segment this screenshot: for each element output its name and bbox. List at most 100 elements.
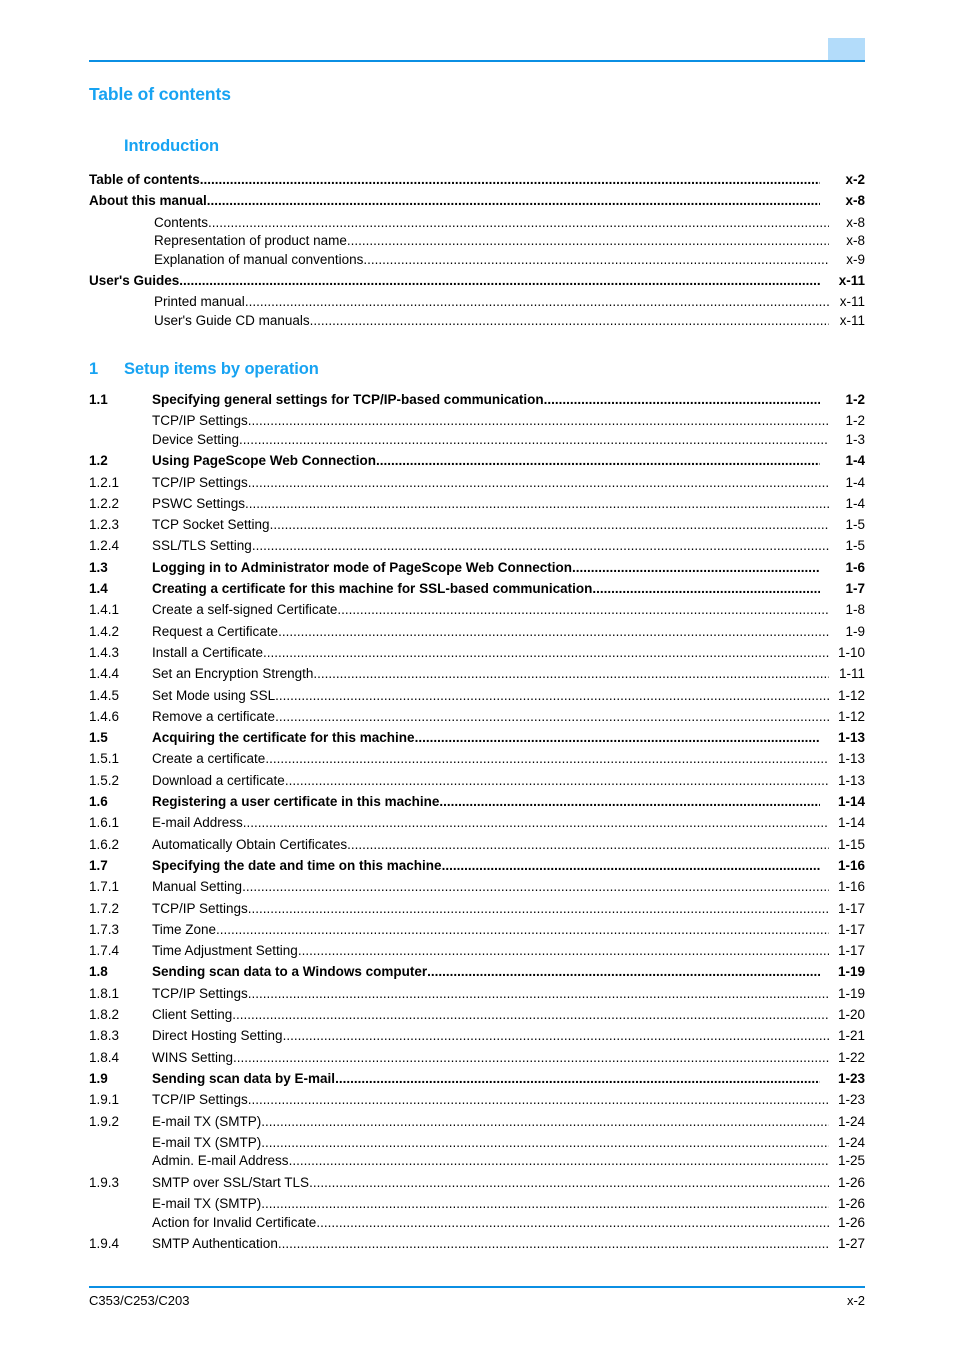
- chapter-number: 1: [89, 360, 99, 378]
- toc-entry-page: x-11: [839, 294, 865, 310]
- toc-leader-dots: [363, 252, 829, 267]
- toc-entry[interactable]: 1.7.3 Time Zone 1-17: [89, 922, 865, 943]
- toc-leader-dots: [592, 581, 820, 596]
- toc-entry[interactable]: 1.4 Creating a certificate for this machi…: [89, 581, 865, 602]
- toc-entry[interactable]: 1.7.1 Manual Setting 1-16: [89, 879, 865, 900]
- toc-entry-label: Acquiring the certificate for this machi…: [152, 730, 415, 746]
- toc-entry[interactable]: Representation of product name x-8: [89, 233, 865, 252]
- toc-entry[interactable]: Device Setting 1-3: [89, 432, 865, 451]
- toc-entry-label: Set an Encryption Strength: [152, 666, 314, 682]
- toc-entry-label: Printed manual: [154, 294, 245, 310]
- toc-entry-label: SMTP over SSL/Start TLS: [152, 1174, 310, 1190]
- toc-entry-label: Explanation of manual conventions: [154, 251, 364, 267]
- toc-entry[interactable]: 1.4.4 Set an Encryption Strength 1-11: [89, 666, 865, 687]
- toc-entry[interactable]: E-mail TX (SMTP) 1-24: [89, 1135, 865, 1154]
- toc-entry[interactable]: 1.2.4 SSL/TLS Setting 1-5: [89, 538, 865, 559]
- toc-leader-dots: [415, 730, 820, 745]
- toc-entry[interactable]: 1.9 Sending scan data by E-mail 1-23: [89, 1071, 865, 1092]
- toc-entry-page: 1-12: [837, 687, 865, 703]
- toc-leader-dots: [289, 1153, 829, 1168]
- toc-entry[interactable]: 1.4.1 Create a self-signed Certificate 1-8: [89, 602, 865, 623]
- toc-entry[interactable]: 1.9.4 SMTP Authentication 1-27: [89, 1236, 865, 1257]
- toc-entry[interactable]: 1.5.2 Download a certificate 1-13: [89, 773, 865, 794]
- toc-entry-label: Install a Certificate: [152, 644, 264, 660]
- toc-entry-page: 1-19: [837, 964, 865, 980]
- toc-entry-label: Creating a certificate for this machine …: [152, 581, 593, 597]
- toc-entry[interactable]: 1.6.2 Automatically Obtain Certificates 1-…: [89, 837, 865, 858]
- toc-entry[interactable]: 1.7 Specifying the date and time on this …: [89, 858, 865, 879]
- toc-entry[interactable]: 1.9.3 SMTP over SSL/Start TLS 1-26: [89, 1175, 865, 1196]
- toc-leader-dots: [544, 392, 820, 407]
- toc-entry-label: Admin. E-mail Address: [152, 1153, 289, 1169]
- toc-entry-label: Logging in to Administrator mode of Page…: [152, 559, 573, 575]
- toc-entry[interactable]: 1.2.3 TCP Socket Setting 1-5: [89, 517, 865, 538]
- toc-entry[interactable]: Contents x-8: [89, 215, 865, 234]
- toc-entry-page: 1-4: [845, 474, 865, 490]
- toc-entry-page: 1-13: [837, 730, 865, 746]
- toc-entry[interactable]: 1.8.4 WINS Setting 1-22: [89, 1050, 865, 1071]
- toc-entry[interactable]: 1.5.1 Create a certificate 1-13: [89, 751, 865, 772]
- toc-entry-number: 1.2.1: [89, 474, 120, 490]
- toc-entry[interactable]: 1.7.4 Time Adjustment Setting 1-17: [89, 943, 865, 964]
- toc-entry-number: 1.9.4: [89, 1236, 120, 1252]
- toc-entry-page: 1-24: [837, 1134, 865, 1150]
- toc-entry[interactable]: 1.3 Logging in to Administrator mode of P…: [89, 560, 865, 581]
- toc-entry[interactable]: 1.1 Specifying general settings for TCP/I…: [89, 392, 865, 413]
- toc-entry-page: 1-16: [837, 857, 865, 873]
- toc-entry[interactable]: About this manual x-8: [89, 193, 865, 214]
- toc-entry-page: 1-20: [837, 1007, 865, 1023]
- toc-entry[interactable]: 1.2.2 PSWC Settings 1-4: [89, 496, 865, 517]
- toc-entry[interactable]: User's Guide CD manuals x-11: [89, 313, 865, 332]
- toc-leader-dots: [439, 794, 820, 809]
- toc-entry[interactable]: 1.6.1 E-mail Address 1-14: [89, 815, 865, 836]
- toc-entry-number: 1.6.2: [89, 836, 120, 852]
- toc-entry[interactable]: 1.8 Sending scan data to a Windows comput…: [89, 964, 865, 985]
- toc-entry[interactable]: 1.8.1 TCP/IP Settings 1-19: [89, 986, 865, 1007]
- toc-entry[interactable]: TCP/IP Settings 1-2: [89, 413, 865, 432]
- page-header: [89, 30, 865, 64]
- toc-entry-page: 1-6: [845, 559, 865, 575]
- toc-entry[interactable]: 1.2.1 TCP/IP Settings 1-4: [89, 475, 865, 496]
- toc-leader-dots: [310, 313, 829, 328]
- toc-entry-number: 1.2.3: [89, 517, 120, 533]
- toc-entry[interactable]: 1.9.1 TCP/IP Settings 1-23: [89, 1092, 865, 1113]
- toc-entry-number: 1.1: [89, 392, 108, 407]
- toc-entry[interactable]: Printed manual x-11: [89, 294, 865, 313]
- toc-entry[interactable]: 1.4.2 Request a Certificate 1-9: [89, 624, 865, 645]
- toc-entry[interactable]: 1.6 Registering a user certificate in thi…: [89, 794, 865, 815]
- toc-entry[interactable]: Explanation of manual conventions x-9: [89, 252, 865, 271]
- toc-entry[interactable]: 1.2 Using PageScope Web Connection 1-4: [89, 453, 865, 474]
- toc-leader-dots: [313, 666, 829, 681]
- toc-entry-label: SMTP Authentication: [152, 1236, 278, 1252]
- toc-entry[interactable]: Admin. E-mail Address 1-25: [89, 1153, 865, 1172]
- toc-entry[interactable]: 1.5 Acquiring the certificate for this ma…: [89, 730, 865, 751]
- toc-leader-dots: [243, 815, 829, 830]
- toc-entry-page: 1-12: [837, 708, 865, 724]
- toc-entry-page: 1-17: [837, 900, 865, 916]
- toc-entry[interactable]: Action for Invalid Certificate 1-26: [89, 1215, 865, 1234]
- toc-entry-label: Time Zone: [152, 921, 217, 937]
- toc-entry[interactable]: 1.8.3 Direct Hosting Setting 1-21: [89, 1028, 865, 1049]
- footer-divider: [89, 1286, 865, 1288]
- toc-entry[interactable]: User's Guides x-11: [89, 273, 865, 294]
- page-title: Table of contents: [89, 84, 231, 104]
- toc-entry-label: Remove a certificate: [152, 708, 276, 724]
- toc-entry[interactable]: 1.7.2 TCP/IP Settings 1-17: [89, 901, 865, 922]
- toc-leader-dots: [442, 858, 820, 873]
- toc-entry-page: 1-19: [837, 985, 865, 1001]
- toc-entry[interactable]: 1.4.3 Install a Certificate 1-10: [89, 645, 865, 666]
- toc-entry[interactable]: 1.4.5 Set Mode using SSL 1-12: [89, 688, 865, 709]
- toc-entry[interactable]: 1.9.2 E-mail TX (SMTP) 1-24: [89, 1114, 865, 1135]
- toc-entry[interactable]: E-mail TX (SMTP) 1-26: [89, 1196, 865, 1215]
- toc-entry[interactable]: Table of contents x-2: [89, 172, 865, 193]
- toc-entry-page: 1-8: [845, 602, 865, 618]
- toc-leader-dots: [376, 453, 820, 468]
- toc-entry-number: 1.4: [89, 581, 108, 597]
- toc-entry-number: 1.8.1: [89, 985, 120, 1001]
- toc-entry-page: 1-23: [837, 1092, 865, 1108]
- toc-entry[interactable]: 1.4.6 Remove a certificate 1-12: [89, 709, 865, 730]
- toc-entry[interactable]: 1.8.2 Client Setting 1-20: [89, 1007, 865, 1028]
- toc-entry-label: Time Adjustment Setting: [152, 943, 298, 959]
- toc-entry-page: 1-22: [837, 1049, 865, 1065]
- toc-entry-label: Manual Setting: [152, 879, 243, 895]
